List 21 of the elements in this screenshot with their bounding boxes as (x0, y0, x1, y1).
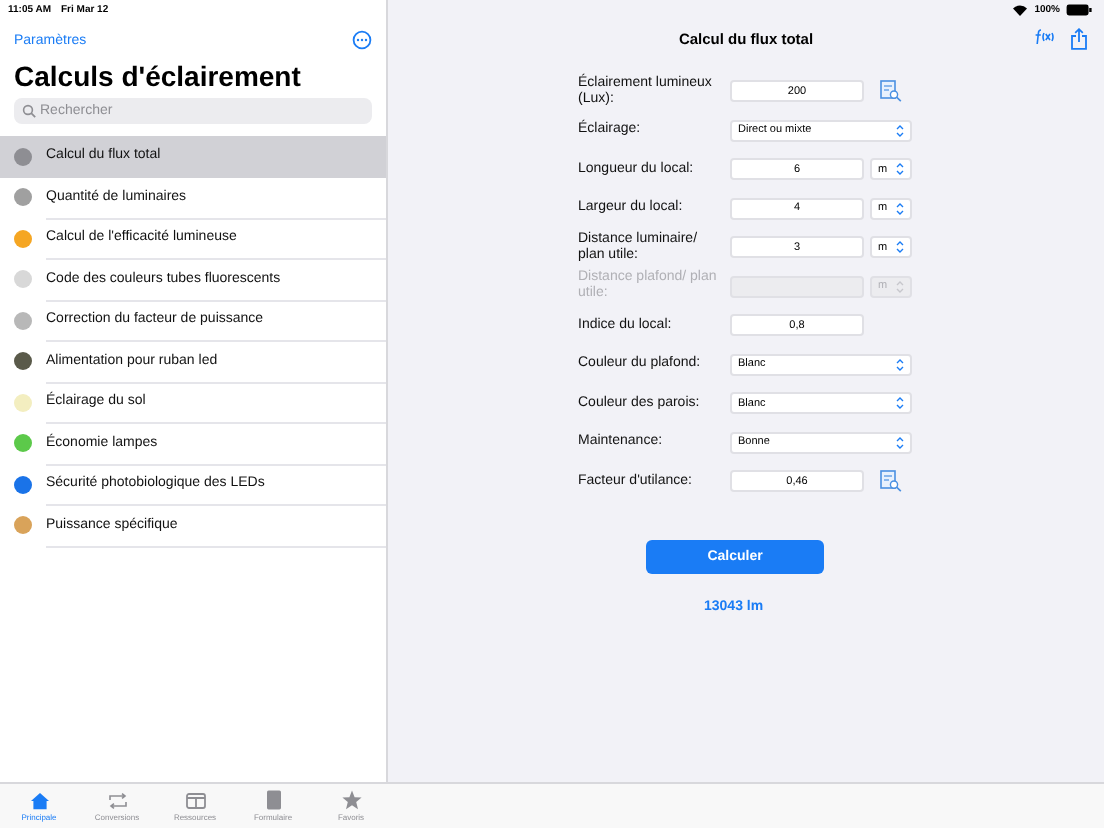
chevron-icon (896, 240, 904, 255)
share-icon[interactable] (1070, 27, 1088, 49)
battery-icon (1066, 4, 1092, 16)
table-search-icon[interactable] (880, 470, 902, 493)
chevron-icon (896, 396, 904, 411)
chevron-icon (896, 435, 904, 450)
book-icon (265, 790, 281, 810)
function-icon[interactable] (1034, 27, 1054, 45)
table-search-icon[interactable] (880, 80, 902, 103)
chevron-icon (896, 279, 904, 294)
arrows-icon (107, 791, 127, 809)
chevron-icon (896, 357, 904, 372)
chevron-icon (896, 201, 904, 216)
more-icon[interactable] (352, 30, 372, 50)
panel-icon (185, 791, 205, 809)
chevron-icon (896, 123, 904, 138)
wifi-icon (1012, 4, 1029, 16)
house-icon (29, 791, 49, 809)
chevron-icon (896, 162, 904, 177)
sidebar-title: Calculs d'éclairement (12, 58, 303, 96)
star-icon (341, 790, 361, 810)
